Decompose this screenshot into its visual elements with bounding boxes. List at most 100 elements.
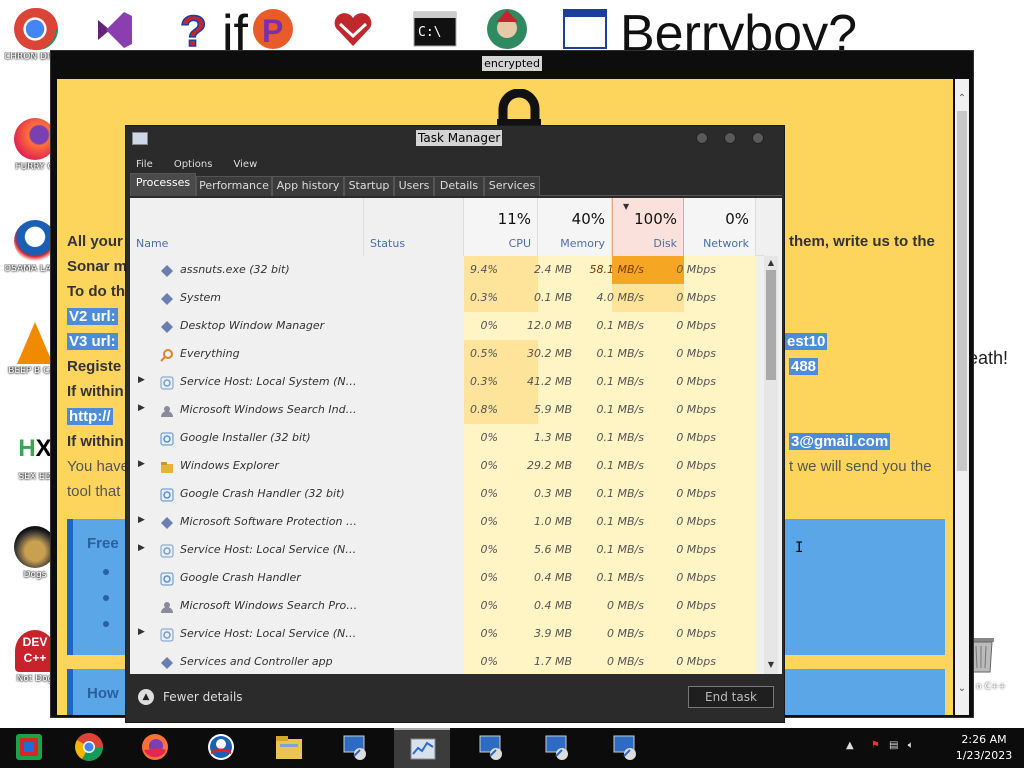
tab-startup[interactable]: Startup [344, 176, 394, 196]
process-network: 0 Mbps [676, 459, 716, 472]
visual-studio-icon[interactable] [92, 6, 138, 52]
process-disk: 0 MB/s [607, 627, 644, 640]
expand-arrow-icon[interactable]: ▶ [138, 515, 145, 525]
header-network[interactable]: 0% Network [684, 198, 756, 256]
url-link[interactable]: http:// [67, 408, 113, 425]
taskbar-app-3[interactable] [528, 728, 584, 768]
email-link[interactable]: 3@gmail.com [789, 433, 891, 450]
start-button[interactable] [0, 728, 56, 768]
process-row[interactable]: assnuts.exe (32 bit) 9.4% 2.4 MB 58.1 MB/s 0… [130, 256, 764, 284]
process-row[interactable]: Google Crash Handler (32 bit) 0% 0.3 MB 0.1… [130, 480, 764, 508]
note-line: Registe [67, 358, 122, 375]
taskbar-app-1[interactable] [326, 728, 382, 768]
header-cpu[interactable]: 11% CPU [464, 198, 538, 256]
taskbar-firefox[interactable] [126, 728, 182, 768]
encrypted-scrollbar[interactable]: ⌃ ⌄ [955, 79, 969, 715]
process-row[interactable]: ▶ Microsoft Windows Search Indexer 0.8% 5.9… [130, 396, 764, 424]
process-row[interactable]: Microsoft Windows Search Protoco... 0% 0.4… [130, 592, 764, 620]
scroll-down-icon[interactable]: ⌄ [955, 683, 969, 694]
task-manager-title-bar[interactable]: Task Manager [126, 126, 784, 152]
process-row[interactable]: ▶ Windows Explorer 0% 29.2 MB 0.1 MB/s 0 Mbps [130, 452, 764, 480]
network-icon[interactable]: ▤ [889, 740, 898, 751]
process-row[interactable]: ▶ Service Host: Local Service (No N... 0% 3… [130, 620, 764, 648]
encrypted-title-bar[interactable]: encrypted [51, 51, 973, 75]
clock-date: 1/23/2023 [955, 749, 1013, 762]
header-name[interactable]: Name [130, 198, 364, 256]
taskbar-file-explorer[interactable] [260, 728, 316, 768]
note-line: t we will send you the [789, 458, 932, 475]
note-line: All your [67, 233, 123, 250]
process-cpu: 0% [480, 487, 498, 500]
help-icon[interactable]: ? [174, 6, 220, 57]
scroll-up-icon[interactable]: ▲ [764, 258, 778, 267]
process-memory: 2.4 MB [533, 263, 572, 276]
volume-icon[interactable]: 🔈︎ [908, 740, 914, 751]
process-list-scrollbar[interactable]: ▲ ▼ [764, 198, 778, 674]
expand-arrow-icon[interactable]: ▶ [138, 627, 145, 637]
fewer-details-link[interactable]: Fewer details [163, 690, 243, 704]
process-row[interactable]: Desktop Window Manager 0% 12.0 MB 0.1 MB/s 0… [130, 312, 764, 340]
process-row[interactable]: Services and Controller app 0% 1.7 MB 0 MB/… [130, 648, 764, 674]
menu-view[interactable]: View [234, 159, 258, 170]
minimize-button[interactable] [696, 132, 708, 144]
expand-arrow-icon[interactable]: ▶ [138, 403, 145, 413]
scroll-thumb[interactable] [957, 111, 967, 471]
process-name: Microsoft Windows Search Indexer [180, 403, 360, 416]
process-row[interactable]: ▶ Service Host: Local Service (Netw... 0% 5… [130, 536, 764, 564]
disk-percent: 100% [634, 210, 677, 228]
note-link[interactable]: http:// [67, 408, 113, 425]
heat-cell [464, 480, 538, 508]
taskbar-chrome[interactable] [60, 728, 116, 768]
action-center-flag-icon[interactable]: ⚑ [871, 740, 880, 751]
taskbar-task-manager[interactable] [394, 728, 450, 768]
scroll-thumb[interactable] [766, 270, 776, 380]
tab-details[interactable]: Details [434, 176, 484, 196]
heart-icon[interactable] [330, 6, 376, 52]
tab-services[interactable]: Services [484, 176, 540, 196]
expand-arrow-icon[interactable]: ▶ [138, 543, 145, 553]
taskbar-obama-app[interactable] [192, 728, 248, 768]
tab-app-history[interactable]: App history [272, 176, 344, 196]
expand-arrow-icon[interactable]: ▶ [138, 459, 145, 469]
process-row[interactable]: ▶ Service Host: Local System (Netw... 0.3%… [130, 368, 764, 396]
show-hidden-icons-icon[interactable]: ▲ [846, 740, 854, 751]
maximize-button[interactable] [724, 132, 736, 144]
header-status[interactable]: Status [364, 198, 464, 256]
expand-arrow-icon[interactable]: ▶ [138, 375, 145, 385]
command-prompt-icon[interactable]: C:\ [412, 6, 458, 52]
task-manager-window[interactable]: Task Manager File Options View Processes… [125, 125, 785, 723]
note-email[interactable]: 3@gmail.com [789, 433, 891, 450]
santa-app-icon[interactable] [484, 6, 530, 52]
tab-performance[interactable]: Performance [196, 176, 272, 196]
process-disk: 0.1 MB/s [596, 459, 644, 472]
taskbar-app-4[interactable] [596, 728, 652, 768]
chevron-up-icon[interactable]: ▲ [138, 689, 154, 705]
p-logo-icon[interactable]: P [250, 6, 296, 52]
scroll-down-icon[interactable]: ▼ [764, 660, 778, 669]
process-row[interactable]: Google Installer (32 bit) 0% 1.3 MB 0.1 MB/… [130, 424, 764, 452]
process-cpu: 0.3% [470, 375, 498, 388]
header-disk[interactable]: ▼ 100% Disk [612, 198, 684, 256]
tab-processes[interactable]: Processes [130, 173, 196, 196]
scroll-up-icon[interactable]: ⌃ [955, 93, 969, 104]
bullet-item [103, 595, 109, 601]
process-disk: 0.1 MB/s [596, 347, 644, 360]
process-row[interactable]: ▶ Microsoft Software Protection Plat... 0%… [130, 508, 764, 536]
process-row[interactable]: System 0.3% 0.1 MB 4.0 MB/s 0 Mbps [130, 284, 764, 312]
process-network: 0 Mbps [676, 627, 716, 640]
taskbar-app-2[interactable] [462, 728, 518, 768]
end-task-button[interactable]: End task [688, 686, 774, 708]
encrypted-window-title: encrypted [482, 56, 542, 71]
tab-users[interactable]: Users [394, 176, 434, 196]
v3-url-label: V3 url: [67, 333, 118, 350]
menu-options[interactable]: Options [174, 159, 213, 170]
process-row[interactable]: Everything 0.5% 30.2 MB 0.1 MB/s 0 Mbps [130, 340, 764, 368]
menu-file[interactable]: File [136, 159, 153, 170]
close-button[interactable] [752, 132, 764, 144]
window-app-icon[interactable] [562, 6, 608, 52]
task-manager-title: Task Manager [416, 130, 503, 146]
clock[interactable]: 2:26 AM 1/23/2023 [946, 732, 1022, 764]
header-memory[interactable]: 40% Memory [538, 198, 612, 256]
process-cpu: 0% [480, 571, 498, 584]
process-row[interactable]: Google Crash Handler 0% 0.4 MB 0.1 MB/s 0 Mb… [130, 564, 764, 592]
